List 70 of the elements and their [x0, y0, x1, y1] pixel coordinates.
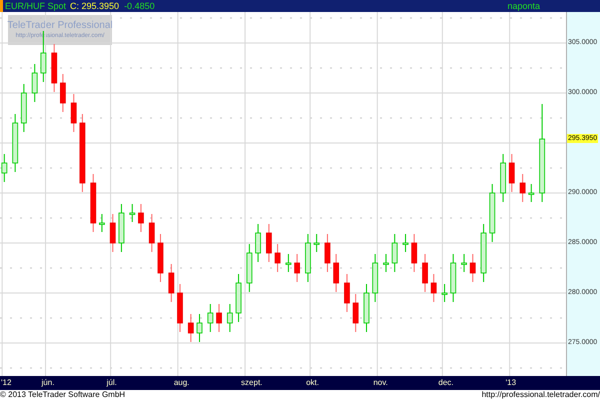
- rising-candle: [286, 254, 292, 272]
- falling-candle: [430, 274, 437, 302]
- falling-candle: [520, 174, 526, 202]
- interval-label: naponta: [507, 2, 540, 10]
- rising-candle: [118, 204, 124, 252]
- falling-candle: [344, 274, 350, 312]
- falling-candle: [508, 154, 515, 192]
- marker-icon: [0, 0, 3, 12]
- rising-candle: [12, 114, 18, 172]
- falling-candle: [324, 234, 330, 272]
- falling-candle: [138, 204, 144, 232]
- rising-candle: [383, 254, 389, 272]
- falling-candle: [274, 244, 280, 272]
- date-label: szept.: [241, 379, 262, 387]
- rising-candle: [489, 184, 496, 242]
- rising-candle: [402, 234, 408, 252]
- footer-url: http://professional.teletrader.com/: [482, 391, 600, 399]
- falling-candle: [352, 294, 359, 332]
- falling-candle: [60, 74, 66, 112]
- rising-candle: [207, 304, 214, 332]
- falling-candle: [216, 304, 222, 332]
- falling-candle: [266, 224, 272, 262]
- rising-candle: [305, 234, 311, 282]
- rising-candle: [314, 234, 320, 252]
- date-label: aug.: [174, 379, 190, 387]
- falling-candle: [294, 254, 300, 282]
- rising-candle: [196, 314, 202, 342]
- rising-candle: [528, 184, 534, 202]
- change-value: -0.4850: [124, 2, 155, 10]
- falling-candle: [148, 214, 155, 252]
- rising-candle: [372, 254, 378, 302]
- rising-candle: [364, 284, 370, 332]
- date-label: dec.: [438, 379, 454, 387]
- watermark-title: TeleTrader Professional: [7, 21, 113, 31]
- rising-candle: [246, 244, 252, 292]
- rising-candle: [236, 274, 242, 322]
- falling-candle: [422, 254, 428, 292]
- falling-candle: [70, 94, 77, 132]
- copyright-text: © 2013 TeleTrader Software GmbH: [0, 391, 126, 399]
- rising-candle: [32, 64, 38, 102]
- rising-candle: [255, 224, 261, 262]
- date-label: '12: [1, 379, 12, 387]
- rising-candle: [480, 224, 486, 282]
- rising-candle: [99, 214, 105, 232]
- date-label: júl.: [106, 379, 117, 387]
- date-label: jún.: [42, 379, 54, 387]
- rising-candle: [129, 204, 136, 222]
- rising-candle: [461, 254, 467, 272]
- falling-candle: [333, 254, 340, 292]
- falling-candle: [411, 234, 418, 272]
- falling-candle: [110, 214, 116, 252]
- date-label: nov.: [373, 379, 388, 387]
- symbol-label: EUR/HUF Spot: [5, 2, 66, 10]
- rising-candle: [442, 284, 448, 302]
- rising-candle: [500, 154, 506, 202]
- falling-candle: [188, 314, 194, 342]
- rising-candle: [392, 234, 398, 272]
- falling-candle: [470, 254, 476, 282]
- falling-candle: [90, 174, 96, 232]
- close-value: C: 295.3950: [70, 2, 120, 10]
- rising-candle: [1, 154, 8, 182]
- date-label: '13: [506, 379, 516, 387]
- falling-candle: [158, 234, 164, 282]
- falling-candle: [177, 284, 183, 332]
- date-label: okt.: [306, 379, 319, 387]
- rising-candle: [450, 254, 456, 302]
- rising-candle: [226, 304, 233, 332]
- falling-candle: [51, 44, 58, 92]
- falling-candle: [168, 264, 174, 302]
- rising-candle: [20, 84, 27, 132]
